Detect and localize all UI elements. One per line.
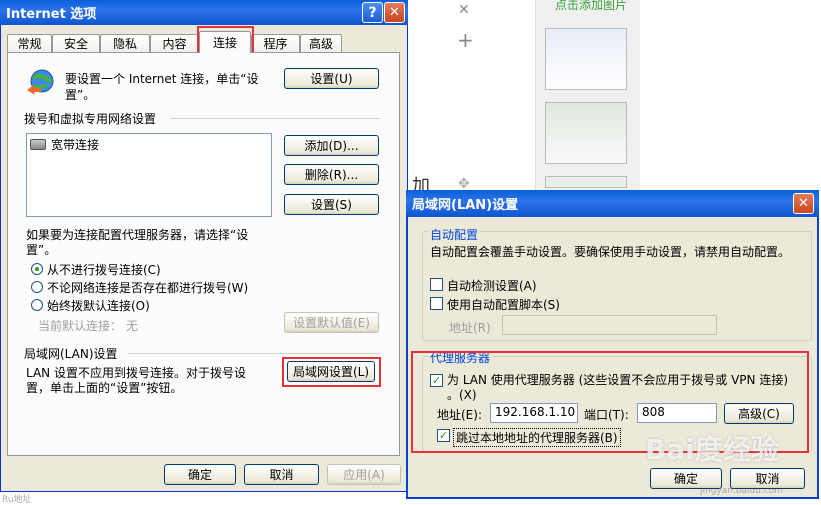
auto-script-label[interactable]: 使用自动配置脚本(S) [447,296,560,313]
cancel-button[interactable]: 取消 [244,464,319,485]
lan-text-line2: 置，单击上面的“设置”按钮。 [26,381,183,395]
close-icon[interactable]: ✕ [458,2,470,18]
add-image-text[interactable]: 点击添加图片 [555,0,627,13]
thumbnail-3[interactable] [545,176,627,188]
thumbnail-2[interactable] [545,102,627,164]
window-title: Internet 选项 [6,7,97,22]
auto-detect-checkbox[interactable] [430,278,443,291]
bottom-left-text: Ru地址 [2,495,32,505]
use-proxy-checkbox[interactable]: ✓ [430,374,443,387]
lan-dialog-title: 局域网(LAN)设置 [412,198,519,213]
internet-options-titlebar: Internet 选项 [0,0,408,25]
thumbnail-1[interactable] [545,28,627,90]
current-default-value: 无 [126,319,139,333]
help-icon: ? [368,4,377,21]
tab-connections[interactable]: 连接 [199,31,251,53]
connection-settings-button[interactable]: 设置(S) [284,194,379,215]
watermark-logo: Bai度经验 [645,433,779,466]
setup-text-line1: 要设置一个 Internet 连接，单击“设 [65,72,259,86]
use-proxy-label-line1[interactable]: 为 LAN 使用代理服务器 (这些设置不会应用于拨号或 VPN 连接) [447,371,788,388]
proxy-address-input[interactable]: 192.168.1.10 [490,403,578,423]
radio-dial-whenever-label[interactable]: 不论网络连接是否存在都进行拨号(W) [47,279,248,296]
lan-separator [128,353,380,354]
lan-close-button[interactable]: ✕ [793,193,814,214]
close-icon: ✕ [798,196,809,211]
radio-never-dial[interactable] [31,263,43,275]
lan-settings-button[interactable]: 局域网设置(L) [287,361,375,382]
use-proxy-label-line2[interactable]: 。(X) [447,386,477,403]
lan-dialog-titlebar: 局域网(LAN)设置 [406,190,819,217]
connection-name: 宽带连接 [51,137,100,152]
script-address-label: 地址(R) [449,321,491,335]
help-button[interactable]: ? [362,2,383,23]
bypass-local-checkbox[interactable]: ✓ [437,429,450,442]
proxy-prompt-line1: 如果要为连接配置代理服务器，请选择“设 [26,228,249,242]
modem-icon [30,138,46,150]
proxy-address-label: 地址(E): [437,408,482,422]
radio-never-dial-label[interactable]: 从不进行拨号连接(C) [47,261,161,278]
script-address-input[interactable] [502,315,717,335]
advanced-button[interactable]: 高级(C) [724,403,794,424]
auto-script-checkbox[interactable] [430,297,443,310]
port-input[interactable]: 808 [637,403,717,423]
tab-advanced[interactable]: 高级 [300,34,342,52]
radio-always-dial[interactable] [31,299,43,311]
setup-text-line2: 置”。 [65,88,96,102]
apply-button[interactable]: 应用(A) [327,464,401,485]
list-item[interactable]: 宽带连接 [30,136,99,152]
bypass-local-label[interactable]: 跳过本地地址的代理服务器(B) [453,428,621,447]
auto-config-description: 自动配置会覆盖手动设置。要确保使用手动设置，请禁用自动配置。 [430,245,791,259]
lan-cancel-button[interactable]: 取消 [730,468,805,489]
tab-privacy[interactable]: 隐私 [100,34,150,52]
dialup-group-label: 拨号和虚拟专用网络设置 [24,112,157,126]
globe-icon [25,68,55,96]
plus-icon[interactable]: + [457,28,474,52]
add-button[interactable]: 添加(D)... [284,135,379,156]
dialup-separator [170,118,380,119]
current-default-label: 当前默认连接： [38,319,123,333]
setup-button[interactable]: 设置(U) [284,68,379,89]
port-label: 端口(T): [584,408,629,422]
radio-dial-whenever[interactable] [31,281,43,293]
proxy-group-label: 代理服务器 [428,349,493,366]
close-button[interactable]: ✕ [384,2,405,23]
set-default-button[interactable]: 设置默认值(E) [284,312,379,333]
tab-security[interactable]: 安全 [52,34,100,52]
tab-content[interactable]: 内容 [150,34,199,52]
lan-ok-button[interactable]: 确定 [650,468,722,489]
ok-button[interactable]: 确定 [164,464,236,485]
auto-detect-label[interactable]: 自动检测设置(A) [447,277,537,294]
proxy-prompt-line2: 置”。 [26,243,57,257]
auto-config-group-label: 自动配置 [428,226,481,243]
remove-button[interactable]: 删除(R)... [284,164,379,185]
radio-always-dial-label[interactable]: 始终拨默认连接(O) [47,297,150,314]
lan-group-label: 局域网(LAN)设置 [24,347,118,361]
close-icon: ✕ [389,5,400,20]
tab-programs[interactable]: 程序 [251,34,300,52]
tab-general[interactable]: 常规 [7,34,52,52]
